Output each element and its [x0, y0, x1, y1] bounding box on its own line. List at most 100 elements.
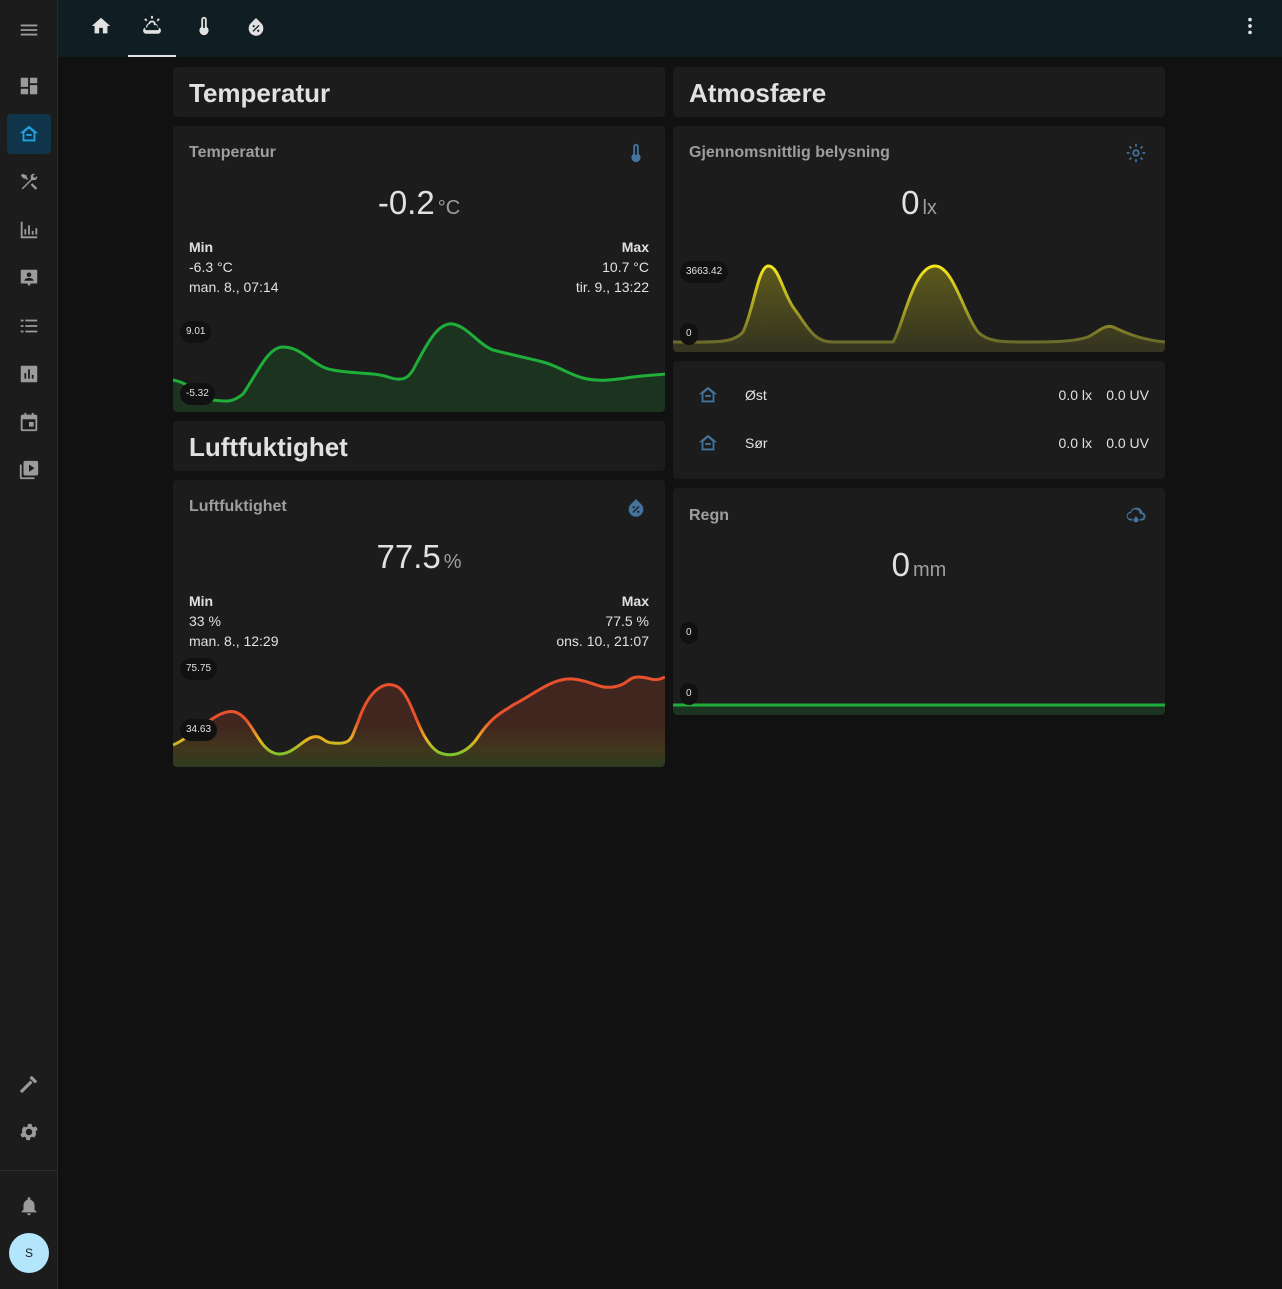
sidebar: S — [0, 0, 58, 1289]
tab-home[interactable] — [77, 0, 125, 57]
weather-icon — [141, 15, 163, 42]
entity-lux: 0.0 lx — [1058, 387, 1092, 403]
rain-graph-svg — [673, 703, 1165, 715]
calendar-icon[interactable] — [7, 402, 51, 442]
settings-icon[interactable] — [7, 1112, 51, 1152]
graph-max-label: 0 — [680, 622, 698, 644]
home-icon — [90, 15, 112, 42]
min-label: Min — [189, 593, 214, 609]
min-value: -6.3 °C — [189, 259, 233, 275]
tab-humidity[interactable] — [232, 0, 280, 57]
entity-uv: 0.0 UV — [1106, 387, 1149, 403]
temperature-graph: 9.01 -5.32 — [173, 312, 665, 412]
temperature-section-title: Temperatur — [173, 67, 665, 117]
sensor-name: Temperatur — [189, 144, 276, 161]
energy-icon[interactable] — [7, 210, 51, 250]
avatar-initial: S — [24, 1246, 33, 1260]
max-value: 10.7 °C — [602, 259, 649, 275]
section-heading: Atmosfære — [689, 78, 827, 108]
dashboard-icon[interactable] — [7, 66, 51, 106]
graph-min-label: 0 — [680, 323, 698, 345]
home-outline-icon — [697, 384, 719, 406]
humidity-graph-svg — [173, 675, 665, 767]
min-time: man. 8., 07:14 — [189, 279, 279, 295]
developer-tools-icon[interactable] — [7, 1064, 51, 1104]
max-time: ons. 10., 21:07 — [556, 633, 649, 649]
history-icon[interactable] — [7, 354, 51, 394]
state-unit: % — [443, 551, 462, 573]
max-time: tir. 9., 13:22 — [575, 279, 649, 295]
max-value: 77.5 % — [605, 613, 649, 629]
thermometer-icon — [193, 15, 215, 42]
state-unit: lx — [922, 197, 937, 219]
illuminance-graph: 3663.42 0 — [673, 252, 1165, 352]
home-outline-icon — [697, 432, 719, 454]
state-unit: °C — [437, 197, 461, 219]
min-value: 33 % — [189, 613, 221, 629]
max-label: Max — [621, 239, 649, 255]
top-app-bar — [58, 0, 1282, 57]
max-block: Max 10.7 °C tir. 9., 13:22 — [576, 237, 649, 297]
temperature-graph-svg — [173, 322, 665, 412]
sensor-state: 0 mm — [673, 546, 1165, 584]
entities-card: Øst 0.0 lx 0.0 UV Sør 0.0 lx 0.0 UV — [673, 361, 1165, 479]
sensor-name: Gjennomsnittlig belysning — [689, 144, 890, 161]
sidebar-divider — [0, 1170, 57, 1171]
weather-rainy-icon — [1125, 505, 1147, 527]
thermometer-icon — [625, 142, 647, 164]
tab-weather[interactable] — [128, 0, 176, 57]
rain-sensor-card[interactable]: Regn 0 mm 0 0 — [673, 488, 1165, 715]
graph-max-label: 3663.42 — [680, 261, 729, 283]
avatar[interactable]: S — [9, 1233, 49, 1273]
max-label: Max — [621, 593, 649, 609]
temperature-sensor-card[interactable]: Temperatur -0.2 °C Min -6.3 °C man. 8., 0… — [173, 126, 665, 412]
section-heading: Temperatur — [189, 78, 331, 108]
brightness-icon — [1125, 142, 1147, 164]
humidity-graph: 75.75 34.63 — [173, 658, 665, 767]
illuminance-graph-svg — [673, 264, 1165, 352]
atmosphere-section-title: Atmosfære — [673, 67, 1165, 117]
media-icon[interactable] — [7, 450, 51, 490]
min-label: Min — [189, 239, 214, 255]
entity-uv: 0.0 UV — [1106, 435, 1149, 451]
state-value: 77.5 — [376, 538, 441, 575]
max-block: Max 77.5 % ons. 10., 21:07 — [556, 591, 649, 651]
entity-row-sor[interactable]: Sør 0.0 lx 0.0 UV — [673, 423, 1165, 463]
sensor-name: Luftfuktighet — [189, 498, 287, 515]
entity-row-ost[interactable]: Øst 0.0 lx 0.0 UV — [673, 375, 1165, 415]
water-percent-icon — [625, 496, 647, 518]
entity-name: Øst — [745, 387, 767, 403]
dots-vertical-icon — [1239, 15, 1261, 42]
humidity-sensor-card[interactable]: Luftfuktighet 77.5% Min 33 % man. 8., 12… — [173, 480, 665, 767]
min-block: Min 33 % man. 8., 12:29 — [189, 591, 279, 651]
entity-name: Sør — [745, 435, 768, 451]
state-value: -0.2 — [377, 184, 435, 221]
water-percent-icon — [245, 15, 267, 42]
tools-icon[interactable] — [7, 162, 51, 202]
state-unit: mm — [913, 559, 947, 581]
tab-temperature[interactable] — [180, 0, 228, 57]
graph-max-label: 9.01 — [180, 321, 212, 343]
min-time: man. 8., 12:29 — [189, 633, 279, 649]
graph-min-label: 34.63 — [180, 719, 218, 741]
state-value: 0 — [901, 184, 920, 221]
rain-graph: 0 0 — [673, 615, 1165, 715]
notifications-icon[interactable] — [7, 1186, 51, 1226]
overflow-menu-button[interactable] — [1238, 16, 1262, 40]
graph-max-label: 75.75 — [180, 658, 218, 680]
illuminance-sensor-card[interactable]: Gjennomsnittlig belysning 0 lx 3663.42 0 — [673, 126, 1165, 352]
menu-icon[interactable] — [7, 10, 51, 50]
min-block: Min -6.3 °C man. 8., 07:14 — [189, 237, 279, 297]
sensor-state: 77.5% — [173, 538, 665, 576]
humidity-section-title: Luftfuktighet — [173, 421, 665, 471]
home-climate-icon[interactable] — [7, 114, 51, 154]
sensor-state: -0.2 °C — [173, 184, 665, 222]
state-value: 0 — [891, 546, 911, 583]
sensor-name: Regn — [689, 507, 729, 524]
list-icon[interactable] — [7, 306, 51, 346]
graph-min-label: 0 — [680, 683, 698, 705]
entity-lux: 0.0 lx — [1058, 435, 1092, 451]
sensor-state: 0 lx — [673, 184, 1165, 222]
logbook-icon[interactable] — [7, 258, 51, 298]
graph-min-label: -5.32 — [180, 383, 215, 405]
